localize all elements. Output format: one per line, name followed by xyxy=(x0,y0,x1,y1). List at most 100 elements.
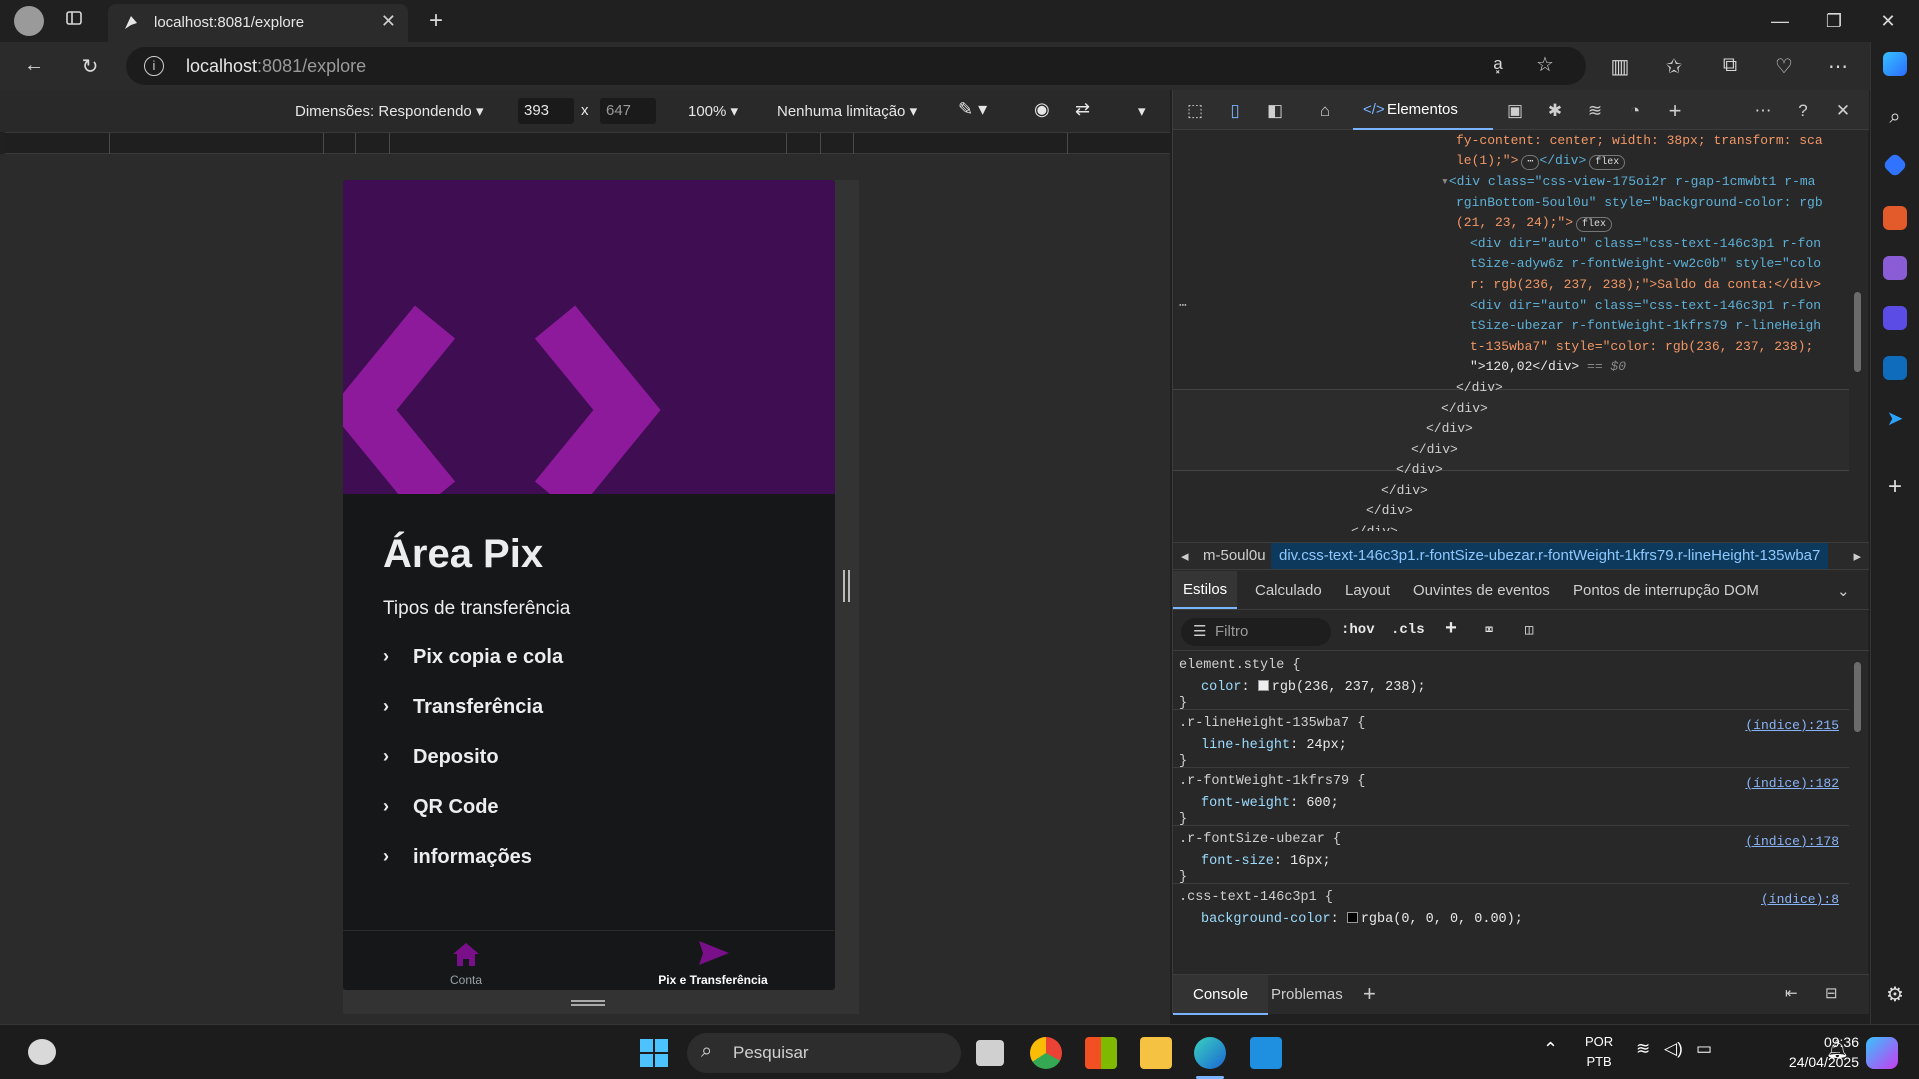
dock-side-icon[interactable]: ◧ xyxy=(1263,99,1287,123)
chevron-down-icon[interactable]: ⌄ xyxy=(1837,582,1850,600)
dom-line[interactable]: </div> xyxy=(1366,501,1413,522)
rotate-icon[interactable]: ⇄ xyxy=(1075,99,1090,120)
add-drawer-tab-icon[interactable]: + xyxy=(1363,981,1376,1007)
taskbar-search[interactable]: ⌕ Pesquisar xyxy=(687,1033,961,1073)
wifi-icon[interactable]: ≋ xyxy=(1636,1039,1650,1059)
dom-line[interactable]: </div> xyxy=(1411,440,1458,461)
dimensions-dropdown[interactable]: Dimensões: Respondendo ▾ xyxy=(295,102,483,120)
dom-line[interactable]: (21, 23, 24);"> flex xyxy=(1456,213,1613,234)
language-indicator[interactable]: POR PTB xyxy=(1585,1032,1613,1072)
tab-problemas[interactable]: Problemas xyxy=(1271,986,1343,1003)
weather-icon[interactable] xyxy=(28,1039,56,1065)
tab-console[interactable]: Console xyxy=(1173,975,1269,1015)
split-screen-icon[interactable]: ▥ xyxy=(1606,54,1634,79)
console-icon[interactable]: ▣ xyxy=(1503,99,1527,123)
volume-icon[interactable]: ◁) xyxy=(1664,1039,1683,1059)
dom-line[interactable]: fy-content: center; width: 38px; transfo… xyxy=(1456,131,1823,152)
tab-ouvintes[interactable]: Ouvintes de eventos xyxy=(1413,582,1550,599)
filter-input[interactable]: ☰ Filtro xyxy=(1181,618,1331,646)
flex-badge[interactable]: flex xyxy=(1576,217,1613,232)
tab-layout[interactable]: Layout xyxy=(1345,582,1390,599)
games-icon[interactable] xyxy=(1883,256,1907,280)
list-item-transferencia[interactable]: › Transferência xyxy=(383,690,783,726)
add-sidebar-app-icon[interactable]: + xyxy=(1883,475,1907,500)
file-explorer-icon[interactable] xyxy=(1140,1037,1172,1069)
dom-line[interactable]: ">120,02</div> == $0 xyxy=(1470,357,1626,378)
style-rule[interactable]: element.style { color: rgb(236, 237, 238… xyxy=(1173,652,1849,711)
site-info-icon[interactable]: i xyxy=(144,56,164,76)
tab-calculado[interactable]: Calculado xyxy=(1255,582,1322,599)
new-style-rule-icon[interactable]: + xyxy=(1445,618,1457,641)
sources-bug-icon[interactable]: ✱ xyxy=(1543,99,1567,123)
dom-line[interactable]: <div dir="auto" class="css-text-146c3p1 … xyxy=(1470,296,1821,317)
ellipsis-badge[interactable]: ⋯ xyxy=(1521,155,1540,170)
dom-line[interactable]: ▾<div class="css-view-175oi2r r-gap-1cmw… xyxy=(1441,172,1816,193)
windows-start-icon[interactable] xyxy=(640,1039,668,1067)
flex-badge[interactable]: flex xyxy=(1589,155,1626,170)
vscode-icon[interactable] xyxy=(1250,1037,1282,1069)
favorite-star-icon[interactable]: ☆ xyxy=(1531,52,1559,77)
maximize-button[interactable]: ❐ xyxy=(1820,8,1848,34)
media-query-ruler[interactable] xyxy=(5,132,1170,155)
dom-line[interactable]: r: rgb(236, 237, 238);">Saldo da conta:<… xyxy=(1470,275,1821,296)
selected-dom-node[interactable] xyxy=(1173,389,1849,471)
dom-line[interactable]: tSize-adyw6z r-fontWeight-vw2c0b" style=… xyxy=(1470,254,1821,275)
store-icon[interactable] xyxy=(1085,1037,1117,1069)
style-rule[interactable]: .css-text-146c3p1 { (índice):8 backgroun… xyxy=(1173,884,1849,962)
dom-line[interactable]: le(1);"> ⋯ </div> flex xyxy=(1456,151,1626,172)
device-toolbar-more-icon[interactable]: ▾ xyxy=(1138,102,1146,120)
paint-icon[interactable]: ⌧ xyxy=(1485,622,1493,639)
dom-line[interactable]: <div dir="auto" class="css-text-146c3p1 … xyxy=(1470,234,1821,255)
device-emulation-icon[interactable]: ▯ xyxy=(1223,99,1247,123)
more-tools-plus-icon[interactable]: + xyxy=(1663,99,1687,123)
style-rule[interactable]: .r-fontWeight-1kfrs79 { (índice):182 fon… xyxy=(1173,768,1849,827)
collections-icon[interactable]: ⧉ xyxy=(1716,54,1744,77)
dom-line[interactable]: rginBottom-5oul0u" style="background-col… xyxy=(1456,193,1823,214)
color-swatch[interactable] xyxy=(1257,680,1269,691)
browser-essentials-icon[interactable]: ♡ xyxy=(1770,54,1798,79)
height-input[interactable]: 647 xyxy=(600,98,656,124)
dom-line[interactable]: </div> xyxy=(1441,399,1488,420)
dom-line[interactable]: </div> xyxy=(1351,522,1398,531)
close-tab-icon[interactable]: ✕ xyxy=(381,11,396,32)
tools-briefcase-icon[interactable] xyxy=(1883,206,1907,230)
chrome-icon[interactable] xyxy=(1030,1037,1062,1069)
performance-icon[interactable]: ◔ xyxy=(1623,99,1647,123)
profile-avatar[interactable] xyxy=(14,6,44,36)
dom-line[interactable]: tSize-ubezar r-fontWeight-1kfrs79 r-line… xyxy=(1470,316,1821,337)
tab-estilos[interactable]: Estilos xyxy=(1173,571,1238,609)
throttle-dropdown[interactable]: Nenhuma limitação ▾ xyxy=(777,102,917,120)
sidebar-settings-gear-icon[interactable]: ⚙ xyxy=(1883,982,1907,1006)
edge-icon[interactable] xyxy=(1194,1037,1226,1069)
breadcrumb-right-icon[interactable]: ▸ xyxy=(1853,547,1861,565)
help-icon[interactable]: ? xyxy=(1791,99,1815,123)
tab-conta[interactable]: Conta xyxy=(366,931,566,990)
copilot-app-icon[interactable] xyxy=(1883,306,1907,330)
list-item-qr-code[interactable]: › QR Code xyxy=(383,790,783,826)
copilot-icon[interactable] xyxy=(1883,52,1907,76)
close-drawer-icon[interactable]: ⊟ xyxy=(1825,984,1838,1002)
url-text[interactable]: localhost:8081/explore xyxy=(186,56,366,77)
favorites-icon[interactable]: ✩ xyxy=(1660,54,1688,79)
breadcrumb-left-icon[interactable]: ◂ xyxy=(1181,547,1189,565)
cls-button[interactable]: .cls xyxy=(1391,622,1425,638)
notification-bell-icon[interactable]: 🔔︎ xyxy=(1826,1039,1849,1060)
welcome-home-icon[interactable]: ⌂ xyxy=(1313,99,1337,123)
outlook-icon[interactable] xyxy=(1883,356,1907,380)
browser-tab-active[interactable]: localhost:8081/explore ✕ xyxy=(108,4,408,42)
source-link[interactable]: (índice):178 xyxy=(1745,834,1839,849)
network-wifi-icon[interactable]: ≋ xyxy=(1583,99,1607,123)
telegram-send-icon[interactable]: ➤ xyxy=(1883,406,1907,430)
dom-line[interactable]: </div> xyxy=(1381,481,1428,502)
style-rule[interactable]: .r-lineHeight-135wba7 { (índice):215 lin… xyxy=(1173,710,1849,769)
dom-ellipsis-icon[interactable]: ⋯ xyxy=(1179,296,1187,317)
address-bar[interactable]: i localhost:8081/explore a͓ ☆ xyxy=(126,47,1586,85)
tab-actions-icon[interactable] xyxy=(60,8,88,34)
list-item-informacoes[interactable]: › informações xyxy=(383,840,783,876)
list-item-deposito[interactable]: › Deposito xyxy=(383,740,783,776)
vision-deficiency-icon[interactable]: ◉ xyxy=(1034,99,1050,120)
task-view-icon[interactable] xyxy=(976,1040,1004,1066)
search-icon[interactable]: ⌕ xyxy=(1883,106,1907,130)
color-swatch[interactable] xyxy=(1346,912,1358,923)
dom-line[interactable]: </div> xyxy=(1426,419,1473,440)
